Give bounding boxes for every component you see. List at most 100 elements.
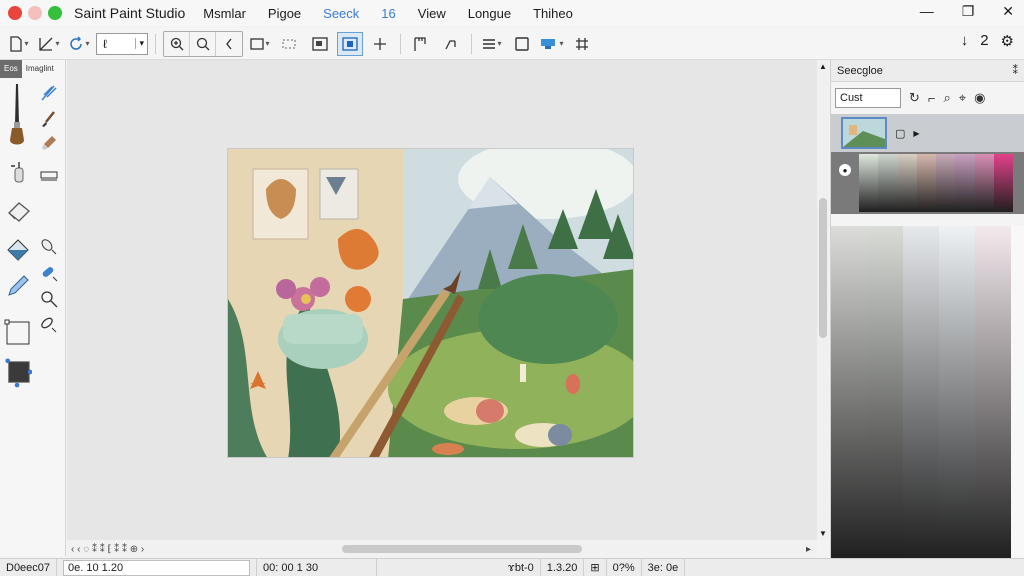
move-crosshair-icon[interactable] — [367, 32, 393, 56]
tab-eos[interactable]: Eos — [0, 60, 22, 78]
zoom-dot-button[interactable] — [48, 6, 62, 20]
gradient-column[interactable] — [903, 226, 939, 558]
paint-bucket-icon[interactable]: ◉ — [974, 90, 985, 106]
maximize-button[interactable]: ❐ — [962, 3, 975, 20]
close-button[interactable]: ✕ — [1002, 3, 1014, 20]
scroll-down-arrow-icon[interactable]: ▼ — [819, 529, 827, 538]
zoom-in-icon[interactable] — [164, 31, 190, 56]
smudge-tool-icon[interactable] — [38, 132, 60, 154]
scroll-up-arrow-icon[interactable]: ▲ — [819, 62, 827, 71]
menu-item-longue[interactable]: Longue — [468, 6, 511, 21]
capsule-tool-icon[interactable] — [38, 262, 60, 284]
brush-size-select[interactable]: ℓ — [96, 32, 148, 55]
menu-item-16[interactable]: 16 — [381, 6, 395, 21]
gradient-column[interactable] — [975, 226, 1011, 558]
menu-item-thiheo[interactable]: Thiheo — [533, 6, 573, 21]
minimize-dot-button[interactable] — [28, 6, 42, 20]
gradient-column[interactable] — [867, 226, 903, 558]
status-scale: 1.3.20 — [541, 558, 585, 576]
lasso-select-icon[interactable] — [277, 32, 303, 56]
pin-tool-icon[interactable] — [38, 236, 60, 258]
gradient-column[interactable] — [831, 226, 867, 558]
brush-tool-icon[interactable] — [38, 108, 60, 130]
help-icon[interactable]: 2 — [980, 32, 988, 50]
status-grid-icon[interactable]: ⊞ — [584, 558, 607, 576]
eraser-bar-tool-icon[interactable] — [38, 164, 60, 186]
new-document-icon[interactable] — [6, 32, 32, 56]
close-dot-button[interactable] — [8, 6, 22, 20]
frame-icon[interactable] — [509, 32, 535, 56]
airbrush-tool-icon[interactable] — [4, 160, 32, 188]
ruler-icon[interactable] — [408, 32, 434, 56]
layer-row[interactable]: ▢ ▶ — [831, 114, 1024, 152]
toolbar-separator — [155, 33, 156, 54]
layers-stack-icon[interactable] — [479, 32, 505, 56]
pencil-tool-icon[interactable] — [4, 272, 32, 300]
canvas-horizontal-scrollbar[interactable]: ‹ ‹ ◌ ⁑ ⁑ ⁅ ⁑ ⁑ ⊕ › ▸ — [67, 540, 817, 558]
artwork-painting[interactable] — [227, 148, 634, 458]
layer-thumbnail[interactable] — [841, 117, 887, 149]
bucket-fill-tool-icon[interactable] — [4, 236, 32, 264]
zoom-tool-icon[interactable] — [38, 288, 60, 310]
palette-swatch[interactable] — [897, 154, 917, 212]
zoom-group — [163, 30, 243, 57]
settings-icon[interactable]: ⚙ — [1001, 32, 1014, 50]
palette-swatch[interactable] — [859, 154, 879, 212]
menu-item-pigoe[interactable]: Pigoe — [268, 6, 301, 21]
window-traffic-lights — [8, 6, 62, 20]
selection-frame-tool-icon[interactable] — [4, 318, 32, 346]
palette-swatch[interactable] — [916, 154, 936, 212]
status-tail: 3e: 0e — [642, 558, 686, 576]
menu-item-seeck[interactable]: Seeck — [323, 6, 359, 21]
canvas-area[interactable] — [67, 60, 817, 540]
perspective-icon[interactable] — [438, 32, 464, 56]
tab-imaglint[interactable]: Imaglint — [22, 60, 58, 78]
palette-swatch[interactable] — [955, 154, 975, 212]
download-icon[interactable]: ↓ — [961, 32, 969, 50]
palette-swatch[interactable] — [878, 154, 898, 212]
canvas-vertical-scrollbar[interactable]: ▲ ▼ — [817, 60, 829, 540]
gradient-preview — [831, 226, 1024, 558]
rect-select-icon[interactable] — [247, 32, 273, 56]
feather-pen-tool-icon[interactable] — [38, 82, 60, 104]
minimize-button[interactable]: — — [920, 3, 934, 20]
layers-search-input[interactable]: Cust — [835, 88, 901, 108]
page-navigation-icons[interactable]: ‹ ‹ ◌ ⁑ ⁑ ⁅ ⁑ ⁑ ⊕ › — [71, 544, 144, 555]
refresh-icon[interactable]: ↻ — [909, 90, 920, 106]
transform-select-icon[interactable] — [337, 31, 363, 56]
panel-options-icon[interactable]: ⁑ — [1013, 64, 1019, 77]
rotate-left-icon[interactable] — [216, 32, 242, 56]
menu-item-msmlar[interactable]: Msmlar — [203, 6, 246, 21]
visibility-eye-icon[interactable]: ● — [839, 164, 851, 176]
zoom-out-icon[interactable] — [190, 31, 216, 56]
crop-transform-icon[interactable] — [36, 32, 62, 56]
status-zoom-field[interactable]: 0e. 10 1.20 — [63, 559, 251, 576]
palette-swatch[interactable] — [974, 154, 994, 212]
window-controls: — ❐ ✕ — [920, 3, 1014, 20]
palette-swatch[interactable] — [993, 154, 1013, 212]
vertical-scroll-thumb[interactable] — [819, 198, 827, 338]
palette-swatch[interactable] — [936, 154, 956, 212]
status-percent: 0?% — [607, 558, 642, 576]
gradient-column[interactable] — [939, 226, 975, 558]
layer-move-icon[interactable] — [307, 32, 333, 56]
eraser-tool-icon[interactable] — [4, 198, 32, 226]
oval-tool-icon[interactable] — [38, 314, 60, 336]
painting-illustration — [228, 149, 633, 457]
tools-panel-tabs: Eos Imaglint — [0, 60, 65, 78]
layer-expand-icon[interactable]: ▶ — [913, 129, 919, 138]
search-icon[interactable]: ⌕ — [944, 90, 951, 106]
horizontal-scroll-thumb[interactable] — [342, 545, 582, 553]
layer-lock-icon[interactable]: ▢ — [895, 127, 905, 140]
color-swatch-icon[interactable] — [4, 358, 32, 388]
status-coordinates: 00: 00 1 30 — [257, 558, 378, 576]
color-fill-icon[interactable] — [539, 32, 565, 56]
crop-icon[interactable]: ⌖ — [959, 90, 966, 106]
menu-item-view[interactable]: View — [418, 6, 446, 21]
link-icon[interactable]: ⌐ — [928, 91, 936, 106]
title-bar: Saint Paint Studio Msmlar Pigoe Seeck 16… — [0, 0, 1024, 26]
rotate-icon[interactable] — [66, 32, 92, 56]
grid-icon[interactable] — [569, 32, 595, 56]
scroll-right-arrow-icon[interactable]: ▸ — [806, 544, 811, 555]
paint-brush-tool-icon[interactable] — [4, 82, 30, 150]
